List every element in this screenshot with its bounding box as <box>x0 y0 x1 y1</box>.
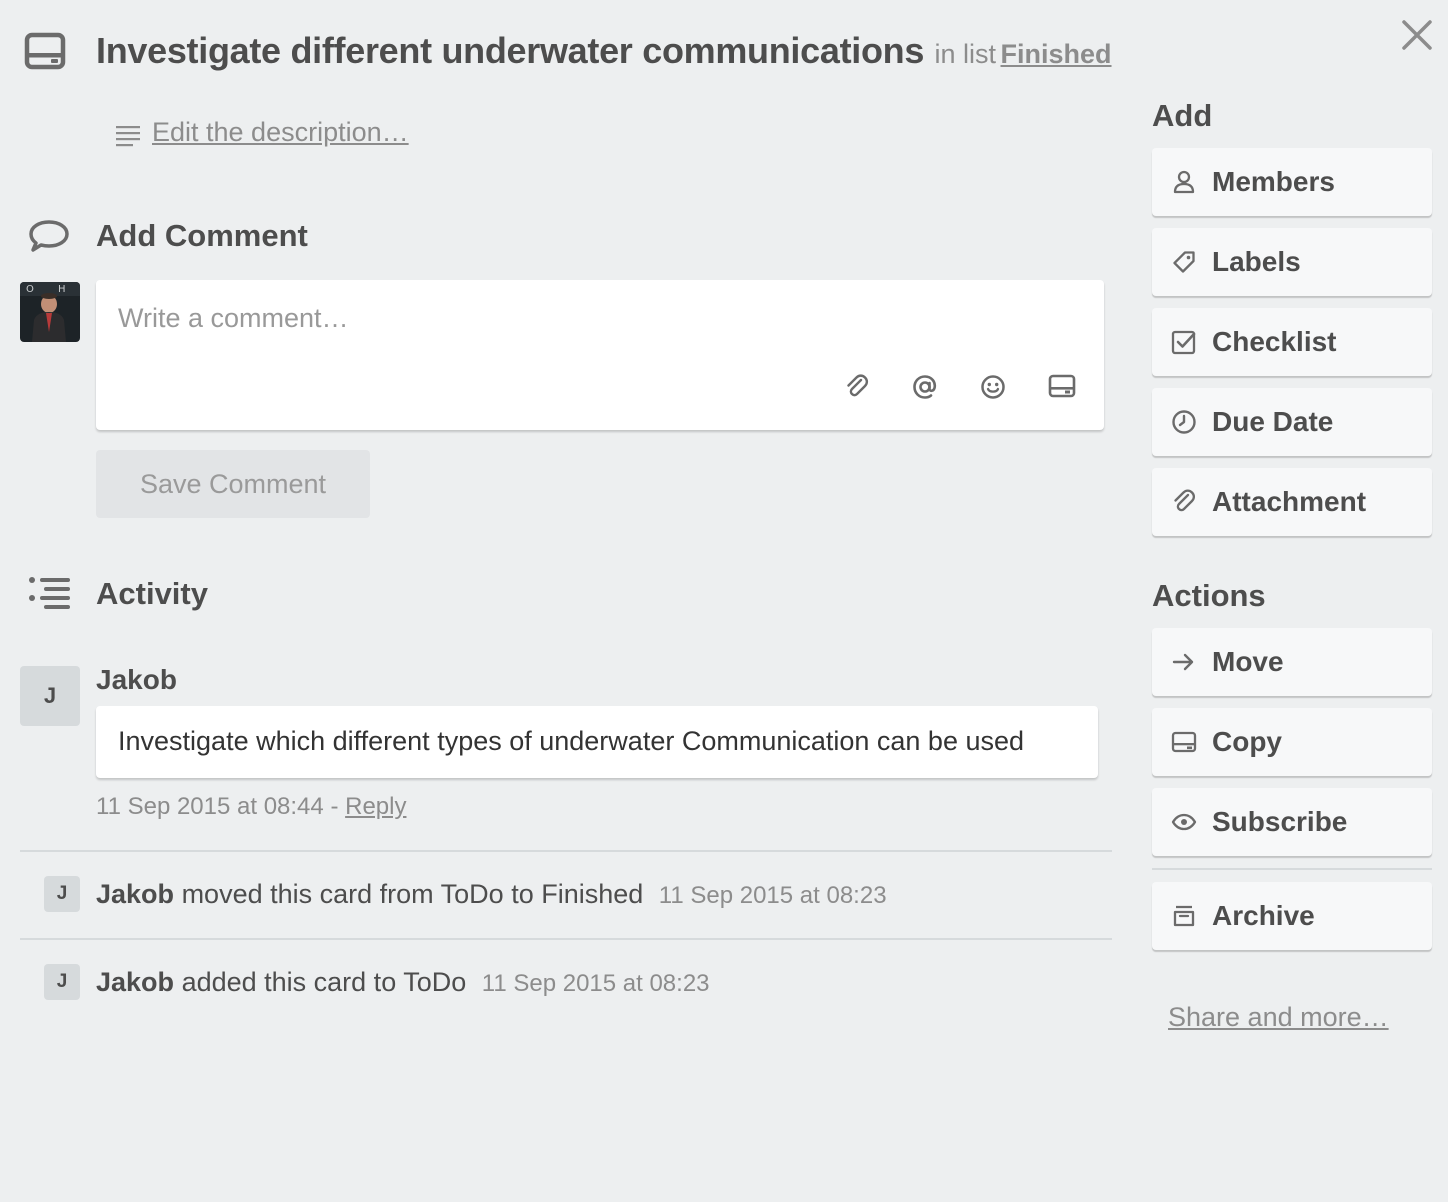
clock-icon <box>1152 409 1212 435</box>
comment-text: Investigate which different types of und… <box>96 706 1098 778</box>
subscribe-button[interactable]: Subscribe <box>1152 788 1432 856</box>
svg-text:O: O <box>26 284 34 295</box>
activity-divider <box>20 938 1112 940</box>
card-icon <box>1152 731 1212 753</box>
activity-divider <box>20 850 1112 852</box>
archive-button[interactable]: Archive <box>1152 882 1432 950</box>
activity-event: Jakob moved this card from ToDo to Finis… <box>96 879 887 910</box>
event-action: moved this card from ToDo to Finished <box>181 879 644 909</box>
sidebar-divider <box>1152 868 1432 870</box>
svg-text:H: H <box>58 284 66 295</box>
checklist-button[interactable]: Checklist <box>1152 308 1432 376</box>
archive-icon <box>1152 904 1212 928</box>
event-author[interactable]: Jakob <box>96 879 174 909</box>
eye-icon <box>1152 813 1212 831</box>
move-button[interactable]: Move <box>1152 628 1432 696</box>
comment-meta: 11 Sep 2015 at 08:44 - Reply <box>96 793 406 821</box>
button-label: Labels <box>1212 246 1301 277</box>
actions-heading: Actions <box>1152 578 1266 613</box>
list-link[interactable]: Finished <box>1001 39 1112 69</box>
edit-description-link[interactable]: Edit the description… <box>152 117 409 148</box>
avatar[interactable]: J <box>44 876 80 912</box>
mention-icon[interactable] <box>912 374 938 400</box>
card-attach-icon[interactable] <box>1048 374 1076 398</box>
due-date-button[interactable]: Due Date <box>1152 388 1432 456</box>
button-label: Subscribe <box>1212 806 1348 837</box>
button-label: Copy <box>1212 726 1282 757</box>
close-icon[interactable] <box>1400 18 1434 52</box>
comment-timestamp[interactable]: 11 Sep 2015 at 08:44 <box>96 793 324 820</box>
event-author[interactable]: Jakob <box>96 967 174 997</box>
activity-event: Jakob added this card to ToDo 11 Sep 201… <box>96 967 710 998</box>
activity-list-icon <box>28 576 72 612</box>
event-timestamp[interactable]: 11 Sep 2015 at 08:23 <box>482 970 710 997</box>
paperclip-icon[interactable] <box>844 374 870 400</box>
avatar[interactable]: J <box>20 666 80 726</box>
share-and-more-link[interactable]: Share and more… <box>1168 1002 1389 1033</box>
button-label: Checklist <box>1212 326 1337 357</box>
description-icon <box>116 125 140 147</box>
copy-button[interactable]: Copy <box>1152 708 1432 776</box>
reply-link[interactable]: Reply <box>345 793 406 820</box>
add-heading: Add <box>1152 98 1213 133</box>
members-button[interactable]: Members <box>1152 148 1432 216</box>
attachment-button[interactable]: Attachment <box>1152 468 1432 536</box>
in-list-label: in list <box>934 39 997 69</box>
checkbox-icon <box>1152 329 1212 355</box>
emoji-icon[interactable] <box>980 374 1006 400</box>
meta-separator: - <box>330 793 339 820</box>
avatar[interactable]: J <box>44 964 80 1000</box>
card-title[interactable]: Investigate different underwater communi… <box>96 30 924 71</box>
card-icon <box>24 32 66 70</box>
button-label: Members <box>1212 166 1335 197</box>
avatar[interactable]: O H <box>20 282 80 342</box>
event-timestamp[interactable]: 11 Sep 2015 at 08:23 <box>659 882 887 909</box>
comment-input[interactable] <box>118 298 1078 338</box>
comment-editor <box>96 280 1104 430</box>
speech-bubble-icon <box>28 219 70 253</box>
event-action: added this card to ToDo <box>181 967 467 997</box>
arrow-right-icon <box>1152 652 1212 672</box>
card-header: Investigate different underwater communi… <box>96 30 1112 72</box>
button-label: Attachment <box>1212 486 1367 517</box>
labels-button[interactable]: Labels <box>1152 228 1432 296</box>
tag-icon <box>1152 250 1212 274</box>
activity-heading: Activity <box>96 576 208 611</box>
paperclip-icon <box>1152 489 1212 515</box>
save-comment-button[interactable]: Save Comment <box>96 450 370 518</box>
comment-author[interactable]: Jakob <box>96 664 177 696</box>
button-label: Move <box>1212 646 1284 677</box>
person-icon <box>1152 170 1212 194</box>
button-label: Due Date <box>1212 406 1334 437</box>
add-comment-heading: Add Comment <box>96 218 308 253</box>
button-label: Archive <box>1212 900 1315 931</box>
